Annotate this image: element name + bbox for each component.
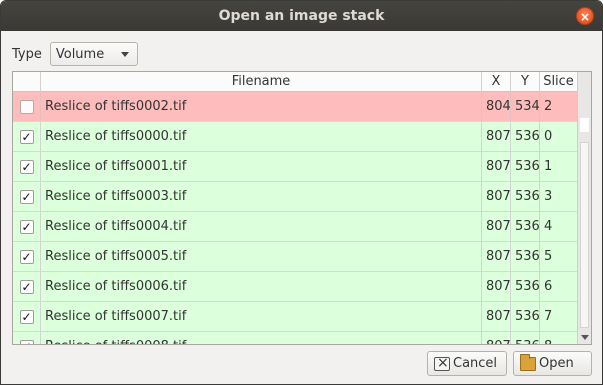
cancel-label: Cancel xyxy=(453,356,498,371)
scroll-down-icon[interactable] xyxy=(581,335,589,340)
cancel-icon xyxy=(434,355,450,371)
row-x: 807 xyxy=(482,182,511,211)
folder-icon xyxy=(520,353,536,371)
scroll-thumb[interactable] xyxy=(580,118,589,132)
row-filename: Reslice of tiffs0006.tif xyxy=(41,272,482,301)
type-selected-value: Volume xyxy=(55,46,105,62)
file-table: Filename X Y Slice Reslice of tiffs0002.… xyxy=(12,71,592,345)
row-filename: Reslice of tiffs0001.tif xyxy=(41,152,482,181)
row-y: 536 xyxy=(511,302,540,331)
type-row: Type Volume xyxy=(12,42,138,66)
row-slice: 8 xyxy=(540,332,578,344)
row-checkbox[interactable] xyxy=(19,99,34,114)
row-y: 536 xyxy=(511,332,540,344)
row-y: 536 xyxy=(511,152,540,181)
row-check-cell: ✓ xyxy=(13,152,41,181)
header-y[interactable]: Y xyxy=(511,72,540,92)
type-select[interactable]: Volume xyxy=(49,42,138,66)
row-x: 807 xyxy=(482,332,511,344)
row-check-cell xyxy=(13,92,41,121)
row-filename: Reslice of tiffs0000.tif xyxy=(41,122,482,151)
row-x: 807 xyxy=(482,242,511,271)
table-row[interactable]: ✓ Reslice of tiffs0005.tif 807 536 5 xyxy=(13,242,578,272)
row-filename: Reslice of tiffs0005.tif xyxy=(41,242,482,271)
table-row[interactable]: ✓ Reslice of tiffs0006.tif 807 536 6 xyxy=(13,272,578,302)
row-checkbox[interactable]: ✓ xyxy=(19,219,34,234)
row-filename: Reslice of tiffs0002.tif xyxy=(41,92,482,121)
row-check-cell: ✓ xyxy=(13,302,41,331)
row-y: 536 xyxy=(511,122,540,151)
open-image-stack-dialog: Open an image stack × Type Volume Filena… xyxy=(0,0,603,385)
table-header: Filename X Y Slice xyxy=(13,72,578,92)
open-button[interactable]: Open xyxy=(513,351,592,376)
chevron-down-icon xyxy=(120,52,129,57)
table-row[interactable]: ✓ Reslice of tiffs0004.tif 807 536 4 xyxy=(13,212,578,242)
check-icon: ✓ xyxy=(21,249,32,264)
row-checkbox[interactable]: ✓ xyxy=(19,339,34,345)
row-slice: 2 xyxy=(540,92,578,121)
header-check[interactable] xyxy=(13,72,41,92)
window-title: Open an image stack xyxy=(218,8,385,24)
row-x: 807 xyxy=(482,152,511,181)
row-y: 536 xyxy=(511,182,540,211)
row-x: 807 xyxy=(482,272,511,301)
row-filename: Reslice of tiffs0004.tif xyxy=(41,212,482,241)
row-checkbox[interactable]: ✓ xyxy=(19,309,34,324)
row-filename: Reslice of tiffs0008.tif xyxy=(41,332,482,344)
row-y: 536 xyxy=(511,242,540,271)
close-icon[interactable]: × xyxy=(576,7,594,25)
table-row[interactable]: ✓ Reslice of tiffs0000.tif 807 536 0 xyxy=(13,122,578,152)
row-checkbox[interactable]: ✓ xyxy=(19,189,34,204)
row-slice: 3 xyxy=(540,182,578,211)
table-row[interactable]: ✓ Reslice of tiffs0008.tif8075368 xyxy=(13,332,578,344)
row-check-cell: ✓ xyxy=(13,182,41,211)
row-check-cell: ✓ xyxy=(13,242,41,271)
row-check-cell: ✓ xyxy=(13,122,41,151)
header-slice[interactable]: Slice xyxy=(540,72,578,92)
table-body: Reslice of tiffs0002.tif 804 534 2 ✓ Reslice … xyxy=(13,92,578,344)
row-check-cell: ✓ xyxy=(13,272,41,301)
check-icon: ✓ xyxy=(21,309,32,324)
row-x: 807 xyxy=(482,212,511,241)
check-icon: ✓ xyxy=(21,340,31,345)
header-x[interactable]: X xyxy=(482,72,511,92)
row-check-cell: ✓ xyxy=(13,212,41,241)
row-check-cell: ✓ xyxy=(13,332,41,344)
row-x: 807 xyxy=(482,122,511,151)
row-y: 536 xyxy=(511,212,540,241)
row-y: 536 xyxy=(511,272,540,301)
table-row[interactable]: ✓ Reslice of tiffs0003.tif 807 536 3 xyxy=(13,182,578,212)
row-checkbox[interactable]: ✓ xyxy=(19,249,34,264)
table-row[interactable]: Reslice of tiffs0002.tif 804 534 2 xyxy=(13,92,578,122)
row-slice: 1 xyxy=(540,152,578,181)
open-label: Open xyxy=(539,356,574,371)
row-slice: 7 xyxy=(540,302,578,331)
type-label: Type xyxy=(12,46,42,62)
check-icon: ✓ xyxy=(21,279,32,294)
header-filename[interactable]: Filename xyxy=(41,72,482,92)
check-icon: ✓ xyxy=(21,219,32,234)
row-slice: 6 xyxy=(540,272,578,301)
row-x: 804 xyxy=(482,92,511,121)
check-icon: ✓ xyxy=(21,189,32,204)
vertical-scrollbar[interactable] xyxy=(577,72,591,344)
check-icon: ✓ xyxy=(21,129,32,144)
row-filename: Reslice of tiffs0007.tif xyxy=(41,302,482,331)
row-y: 534 xyxy=(511,92,540,121)
scroll-track[interactable] xyxy=(580,142,589,328)
row-slice: 4 xyxy=(540,212,578,241)
cancel-button[interactable]: Cancel xyxy=(427,351,507,376)
row-checkbox[interactable]: ✓ xyxy=(19,159,34,174)
row-filename: Reslice of tiffs0003.tif xyxy=(41,182,482,211)
row-checkbox[interactable]: ✓ xyxy=(19,129,34,144)
table-row[interactable]: ✓ Reslice of tiffs0001.tif 807 536 1 xyxy=(13,152,578,182)
row-x: 807 xyxy=(482,302,511,331)
title-bar: Open an image stack × xyxy=(1,1,602,31)
row-slice: 0 xyxy=(540,122,578,151)
row-slice: 5 xyxy=(540,242,578,271)
row-checkbox[interactable]: ✓ xyxy=(19,279,34,294)
table-row[interactable]: ✓ Reslice of tiffs0007.tif 807 536 7 xyxy=(13,302,578,332)
check-icon: ✓ xyxy=(21,159,32,174)
